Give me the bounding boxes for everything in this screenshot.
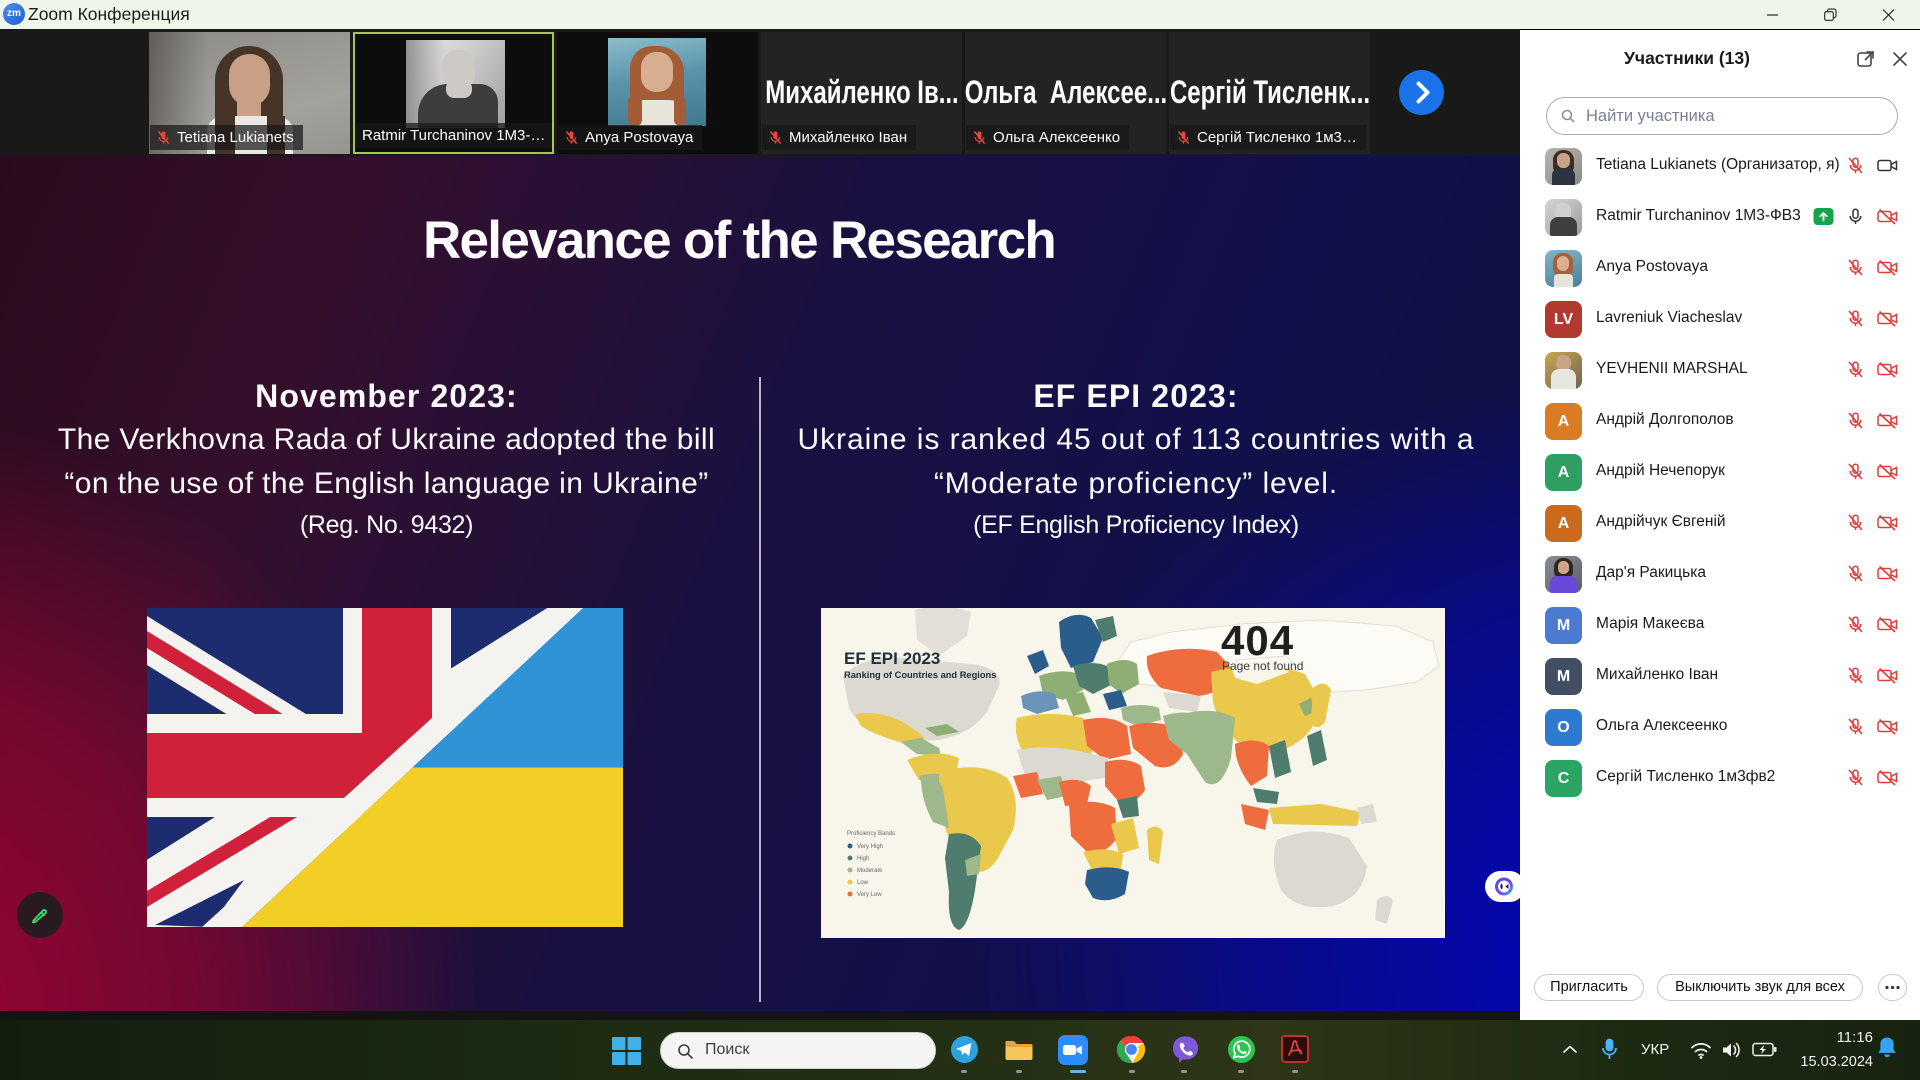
svg-text:Page not found: Page not found [1222,659,1303,673]
svg-text:Moderate: Moderate [857,868,883,874]
svg-text:High: High [857,856,869,862]
svg-text:404: 404 [1221,617,1294,664]
svg-text:Very High: Very High [857,844,883,850]
svg-text:EF EPI 2023: EF EPI 2023 [844,649,940,668]
svg-text:Low: Low [857,880,869,886]
svg-text:Proficiency Bands: Proficiency Bands [847,831,895,837]
svg-text:Ranking of Countries and Regio: Ranking of Countries and Regions [844,670,996,680]
svg-text:Very Low: Very Low [857,892,882,898]
